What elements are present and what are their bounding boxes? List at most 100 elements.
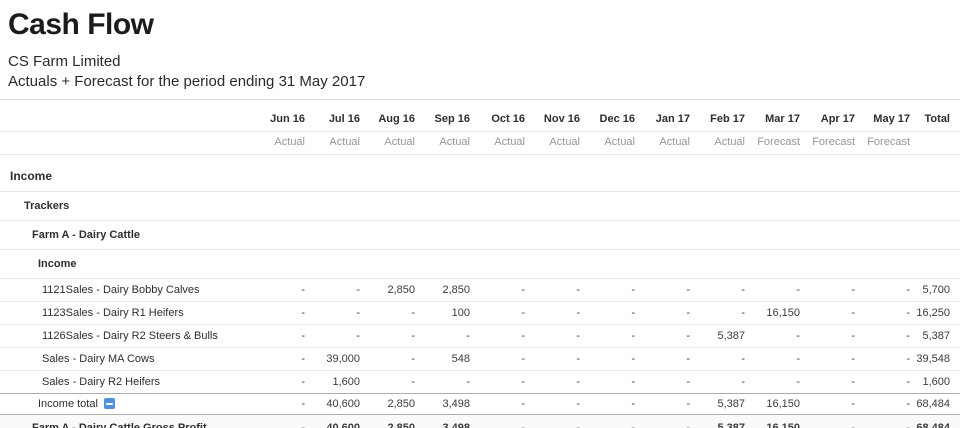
cell-value: - xyxy=(582,393,637,415)
cell-value: - xyxy=(307,278,362,302)
collapse-minus-icon[interactable] xyxy=(103,398,115,409)
cell-value: - xyxy=(472,414,527,428)
cell-value: - xyxy=(252,370,307,394)
period-type-cell: Forecast xyxy=(857,131,912,155)
cell-value: 5,387 xyxy=(912,324,960,348)
cell-value: - xyxy=(857,414,912,428)
cell-value: - xyxy=(527,370,582,394)
cell-value: - xyxy=(362,301,417,325)
cell-value: - xyxy=(637,278,692,302)
cell-value: 40,600 xyxy=(307,414,362,428)
month-header-cell: Jun 16 xyxy=(252,100,307,132)
cell-value: 5,700 xyxy=(912,278,960,302)
cell-value: - xyxy=(362,370,417,394)
cell-value: - xyxy=(307,324,362,348)
cell-value: 39,548 xyxy=(912,347,960,371)
row-label: Income xyxy=(10,169,53,183)
table-row: 1123Sales - Dairy R1 Heifers - - -100- - - - -1… xyxy=(0,301,960,325)
month-header-cell: Jul 16 xyxy=(307,100,362,132)
company-name: CS Farm Limited xyxy=(8,53,121,70)
cell-value: - xyxy=(252,324,307,348)
cell-value: - xyxy=(527,324,582,348)
cell-value: - xyxy=(637,414,692,428)
table-row: Income xyxy=(0,249,960,279)
period-type-cell: Actual xyxy=(692,131,747,155)
period-type-cell: Actual xyxy=(417,131,472,155)
cell-value: - xyxy=(692,301,747,325)
month-header-cell: Mar 17 xyxy=(747,100,802,132)
cell-value: - xyxy=(637,370,692,394)
cell-value: 68,484 xyxy=(912,414,960,428)
month-header-cell: Feb 17 xyxy=(692,100,747,132)
period-type-cell: Actual xyxy=(307,131,362,155)
cell-value: - xyxy=(637,347,692,371)
cell-value: - xyxy=(582,278,637,302)
table-row: 1126Sales - Dairy R2 Steers & Bulls - - - - -… xyxy=(0,324,960,348)
cell-value: - xyxy=(747,324,802,348)
row-label: 1126Sales - Dairy R2 Steers & Bulls xyxy=(42,330,218,342)
row-label: 1123Sales - Dairy R1 Heifers xyxy=(42,307,184,319)
cell-value: - xyxy=(307,301,362,325)
cell-value: 1,600 xyxy=(912,370,960,394)
cell-value: 40,600 xyxy=(307,393,362,415)
cell-value: - xyxy=(472,324,527,348)
cell-value: - xyxy=(802,301,857,325)
period-type-cell xyxy=(912,131,960,155)
cell-value: 2,850 xyxy=(417,278,472,302)
table-row: Sales - Dairy R2 Heifers -1,600- - - - - - - - - -… xyxy=(0,370,960,394)
cell-value: - xyxy=(692,278,747,302)
cell-value: 3,498 xyxy=(417,393,472,415)
cell-value: - xyxy=(362,324,417,348)
cell-value: - xyxy=(747,278,802,302)
month-header-cell: Oct 16 xyxy=(472,100,527,132)
cell-value: - xyxy=(252,393,307,415)
cell-value: - xyxy=(802,370,857,394)
period-type-cell: Actual xyxy=(527,131,582,155)
period-type-cell: Forecast xyxy=(802,131,857,155)
cell-value: 16,150 xyxy=(747,301,802,325)
table-row: Farm A - Dairy Cattle xyxy=(0,220,960,250)
cell-value: 100 xyxy=(417,301,472,325)
cell-value: 2,850 xyxy=(362,393,417,415)
cell-value: - xyxy=(692,370,747,394)
cell-value: - xyxy=(582,414,637,428)
period-type-cell: Actual xyxy=(637,131,692,155)
month-header-cell: Apr 17 xyxy=(802,100,857,132)
table-body: Income Trackers Farm A - Dairy Cattle Incom… xyxy=(0,154,960,428)
table-row: Income total -40,600 2,850 3,498- - - -5,387 16… xyxy=(0,393,960,415)
cell-value: - xyxy=(527,393,582,415)
row-label: Income xyxy=(38,258,77,270)
row-label: Trackers xyxy=(24,200,70,212)
cell-value: - xyxy=(857,370,912,394)
cell-value: - xyxy=(802,414,857,428)
cell-value: - xyxy=(362,347,417,371)
report-header: Cash Flow CS Farm Limited Actuals + Fore… xyxy=(0,0,960,90)
row-label: Farm A - Dairy Cattle Gross Profit xyxy=(32,422,207,428)
cell-value: - xyxy=(802,347,857,371)
cell-value: - xyxy=(472,301,527,325)
row-label: 1121Sales - Dairy Bobby Calves xyxy=(42,284,200,296)
table-row: Sales - Dairy MA Cows -39,000-548- - - - - - - -… xyxy=(0,347,960,371)
cell-value: - xyxy=(747,370,802,394)
report-subtitle: Actuals + Forecast for the period ending… xyxy=(8,73,366,90)
table-row: 1121Sales - Dairy Bobby Calves - -2,850 2,8… xyxy=(0,278,960,302)
month-header-cell: Jan 17 xyxy=(637,100,692,132)
table-row: Trackers xyxy=(0,191,960,221)
cell-value: 5,387 xyxy=(692,414,747,428)
cell-value: - xyxy=(472,347,527,371)
row-label: Sales - Dairy R2 Heifers xyxy=(42,376,160,388)
cell-value: - xyxy=(747,347,802,371)
row-label: Sales - Dairy MA Cows xyxy=(42,353,155,365)
cell-value: - xyxy=(417,370,472,394)
cell-value: - xyxy=(252,414,307,428)
cell-value: - xyxy=(857,324,912,348)
month-header-cell: Total xyxy=(912,100,960,132)
cell-value: - xyxy=(802,324,857,348)
cell-value: - xyxy=(637,324,692,348)
cell-value: - xyxy=(472,278,527,302)
cell-value: 5,387 xyxy=(692,393,747,415)
period-type-cell: Actual xyxy=(582,131,637,155)
cell-value: - xyxy=(582,347,637,371)
cell-value: - xyxy=(637,393,692,415)
cell-value: - xyxy=(527,301,582,325)
